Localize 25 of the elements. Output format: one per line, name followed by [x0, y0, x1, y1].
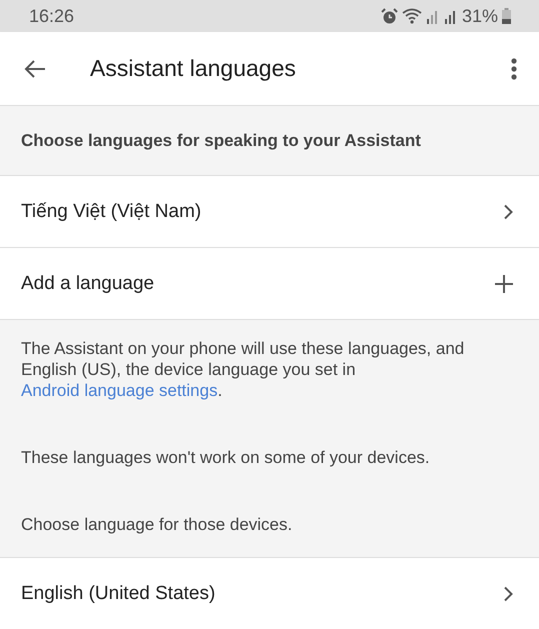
row-label: English (United States): [21, 582, 216, 604]
settings-link[interactable]: Android language settings: [21, 381, 218, 400]
battery-percent: 31%: [462, 6, 498, 26]
add-language-row[interactable]: Add a language: [0, 247, 539, 319]
chevron-icon: [503, 204, 513, 220]
more-options-button[interactable]: [511, 58, 517, 80]
battery-icon: [502, 8, 511, 24]
info-note: Choose language for those devices.: [21, 514, 294, 535]
screen-title: Assistant languages: [90, 55, 297, 82]
status-time: 16:26: [29, 6, 74, 26]
alarm-icon: [380, 8, 398, 24]
chevron-icon: [503, 586, 513, 602]
plus-icon: [495, 274, 513, 292]
info-paragraph: The Assistant on your phone will use these languages, and English (US), the device language you set in Android language settings.: [21, 338, 466, 401]
signal-icon: [444, 8, 458, 24]
language-row[interactable]: English (United States): [0, 557, 539, 629]
row-label: Tiếng Việt (Việt Nam): [21, 200, 202, 222]
more-icon: [511, 58, 517, 80]
back-arrow-icon: [24, 58, 46, 78]
signal-icon: [426, 8, 440, 24]
language-row[interactable]: Tiếng Việt (Việt Nam): [0, 175, 539, 247]
info-note: These languages won't work on some of your devices.: [21, 447, 431, 468]
wifi-icon: [402, 8, 422, 24]
row-label: Add a language: [21, 272, 154, 294]
back-button[interactable]: [24, 58, 46, 78]
